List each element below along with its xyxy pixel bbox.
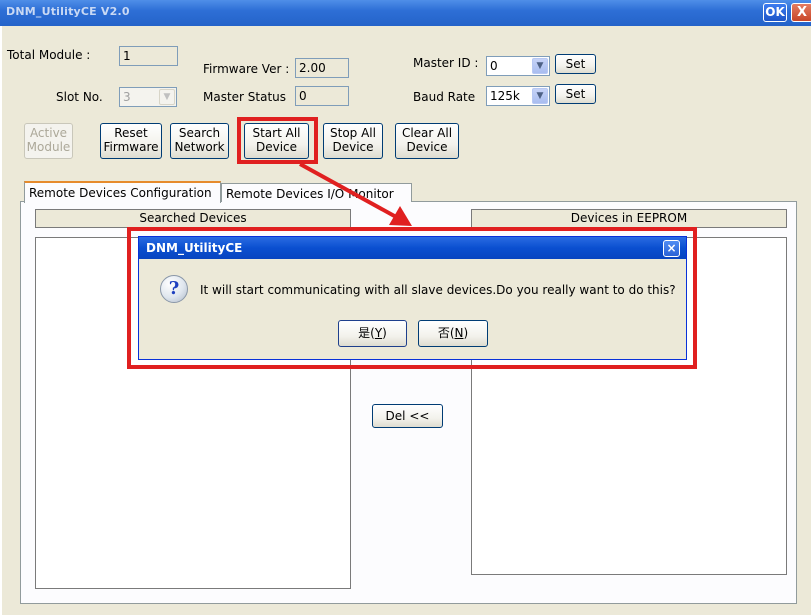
clear-all-device-label-1: Clear All [401,126,453,140]
set-baud-rate-button[interactable]: Set [555,84,596,104]
active-module-button: Active Module [24,123,73,159]
devices-in-eeprom-header: Devices in EEPROM [471,209,787,228]
stop-all-device-label-1: Stop All [330,126,376,140]
ok-button[interactable]: OK [763,3,787,22]
window-left-edge [0,26,2,615]
master-status-field: 0 [295,86,349,106]
slot-no-select: 3 ▼ [119,87,177,107]
clear-all-device-button[interactable]: Clear All Device [395,123,459,159]
total-module-field: 1 [119,46,178,66]
combo-arrow-icon: ▼ [159,89,175,105]
reset-firmware-button[interactable]: Reset Firmware [100,123,162,159]
tab-remote-devices-io-monitor[interactable]: Remote Devices I/O Monitor [221,183,412,202]
stop-all-device-button[interactable]: Stop All Device [323,123,383,159]
reset-firmware-label-2: Firmware [103,140,159,154]
window-title-bar: DNM_UtilityCE V2.0 OK X [0,0,811,26]
combo-arrow-icon[interactable]: ▼ [532,58,548,74]
master-id-value: 0 [490,59,498,73]
reset-firmware-label-1: Reset [114,126,148,140]
window-close-button[interactable]: X [791,3,811,22]
baud-rate-label: Baud Rate [413,90,476,104]
master-status-label: Master Status [203,90,287,104]
clear-all-device-label-2: Device [406,140,448,154]
tab-remote-devices-configuration[interactable]: Remote Devices Configuration [24,181,221,203]
window-title: DNM_UtilityCE V2.0 [6,5,130,18]
start-all-device-label-1: Start All [252,126,301,140]
search-network-label-1: Search [178,126,221,140]
active-module-label-1: Active [29,126,68,140]
combo-arrow-icon[interactable]: ▼ [532,88,548,104]
search-network-button[interactable]: Search Network [170,123,229,159]
master-id-label: Master ID : [413,56,479,70]
dialog-highlight [127,227,697,369]
firmware-ver-field: 2.00 [295,58,349,78]
total-module-label: Total Module : [7,48,91,62]
master-id-select[interactable]: 0 ▼ [486,56,550,76]
baud-rate-select[interactable]: 125k ▼ [486,86,550,106]
firmware-ver-label: Firmware Ver : [203,62,290,76]
baud-rate-value: 125k [490,89,520,103]
slot-no-value: 3 [123,90,131,104]
start-all-device-button[interactable]: Start All Device [244,123,309,159]
start-all-device-label-2: Device [255,140,298,154]
slot-no-label: Slot No. [56,90,103,104]
searched-devices-header: Searched Devices [35,209,351,228]
active-module-label-2: Module [26,140,71,154]
stop-all-device-label-2: Device [332,140,374,154]
search-network-label-2: Network [174,140,225,154]
del-button[interactable]: Del << [372,404,443,428]
set-master-id-button[interactable]: Set [555,54,596,74]
